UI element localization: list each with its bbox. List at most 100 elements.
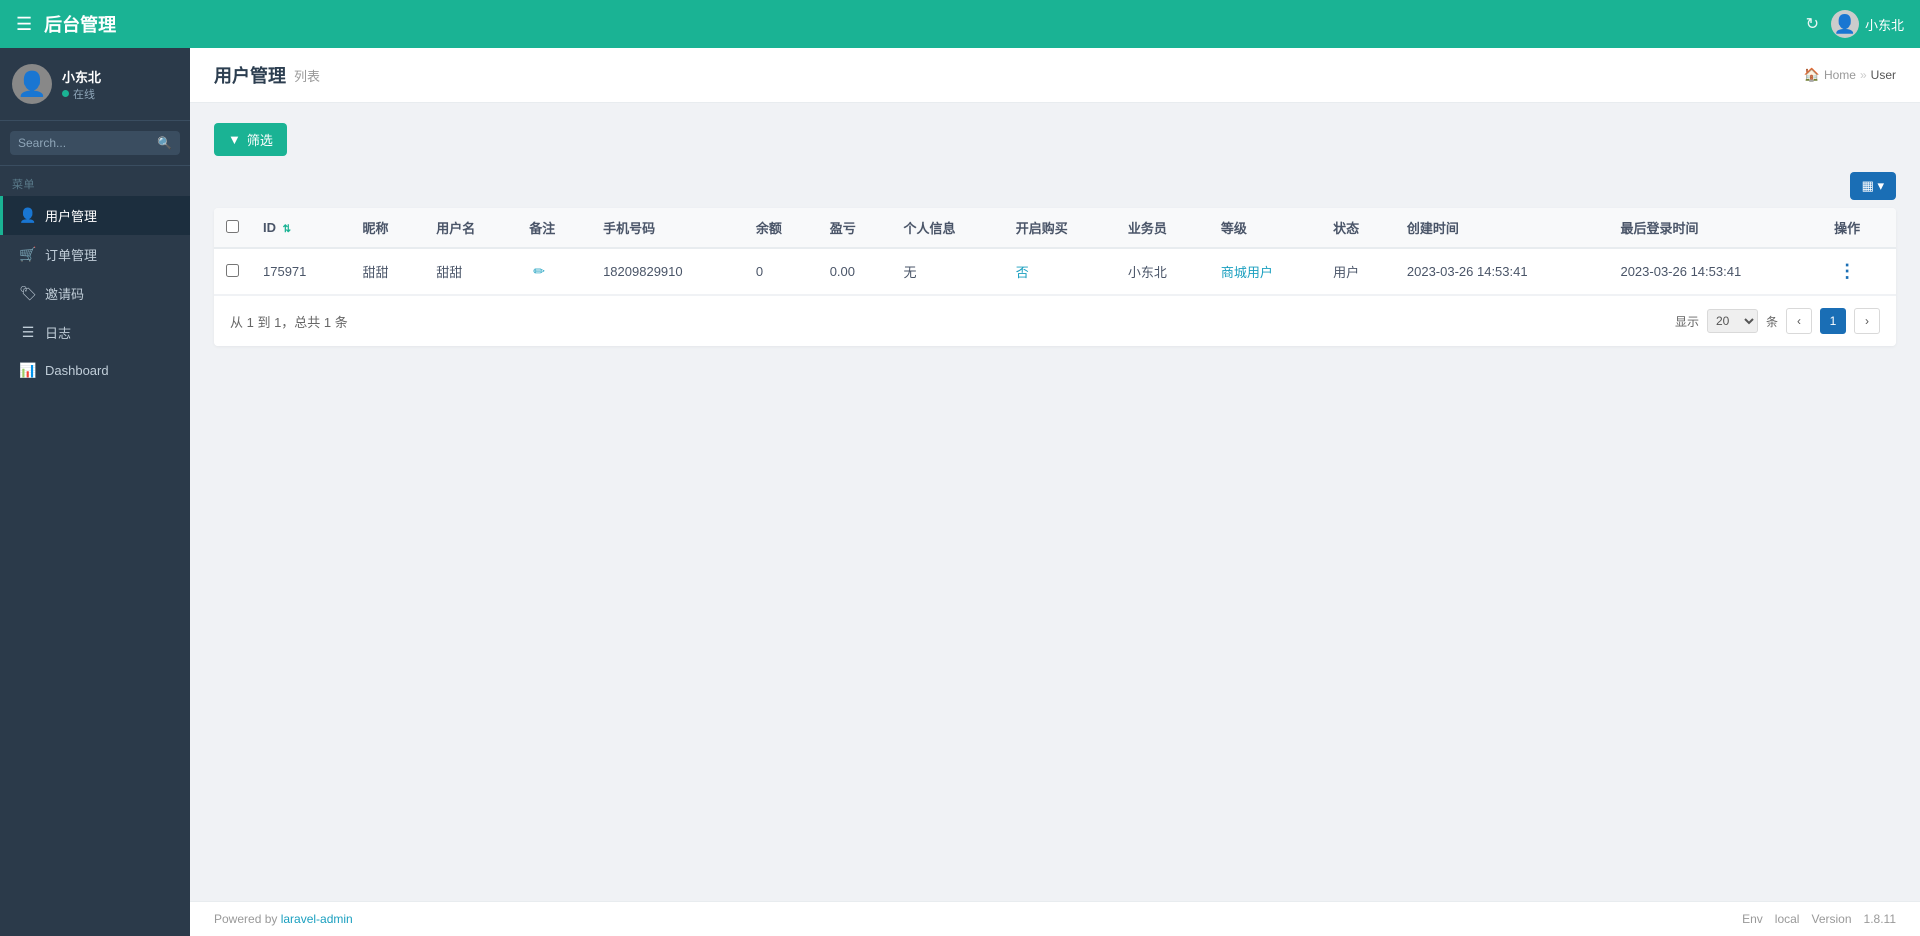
col-level: 等级 <box>1209 208 1321 248</box>
next-page-button[interactable]: › <box>1854 308 1880 334</box>
sidebar-item-order-management[interactable]: 🛒 订单管理 <box>0 235 190 274</box>
sidebar-user-name: 小东北 <box>62 67 101 86</box>
content-area: ▼ 筛选 ▦ ▾ ID <box>190 103 1920 901</box>
col-created-at: 创建时间 <box>1395 208 1609 248</box>
col-profit-loss: 盈亏 <box>818 208 892 248</box>
table-header-row: ID ⇅ 昵称 用户名 备注 手机号码 余额 盈亏 个人信息 开启购买 业务员 <box>214 208 1896 248</box>
col-id: ID ⇅ <box>251 208 350 248</box>
user-management-icon: 👤 <box>19 207 37 224</box>
footer: Powered by laravel-admin Env local Versi… <box>190 901 1920 936</box>
cell-nickname: 甜甜 <box>350 248 424 295</box>
col-note: 备注 <box>517 208 591 248</box>
layout: 👤 小东北 在线 🔍 菜单 👤 用户管理 🛒 订单管理 <box>0 48 1920 936</box>
sidebar-item-user-management[interactable]: 👤 用户管理 <box>0 196 190 235</box>
filter-icon: ▼ <box>228 132 241 147</box>
env-value: local <box>1775 912 1800 926</box>
sidebar-user-profile: 👤 小东北 在线 <box>0 48 190 121</box>
sidebar-item-label: 日志 <box>45 323 71 342</box>
col-status: 状态 <box>1321 208 1395 248</box>
sidebar-item-label: 用户管理 <box>45 206 97 225</box>
sidebar-search-container: 🔍 <box>10 131 180 155</box>
invite-code-icon: 🏷 <box>19 285 37 302</box>
col-username: 用户名 <box>424 208 517 248</box>
status-dot <box>62 90 69 97</box>
per-page-label: 条 <box>1766 313 1778 330</box>
cell-id: 175971 <box>251 248 350 295</box>
cell-username: 甜甜 <box>424 248 517 295</box>
cell-open-purchase: 否 <box>1004 248 1116 295</box>
col-phone: 手机号码 <box>591 208 744 248</box>
sidebar-user-status: 在线 <box>62 86 101 102</box>
sort-icon[interactable]: ⇅ <box>283 224 291 235</box>
sidebar-item-label: 订单管理 <box>45 245 97 264</box>
cell-created-at: 2023-03-26 14:53:41 <box>1395 248 1609 295</box>
sidebar-search-wrap: 🔍 <box>0 121 190 166</box>
refresh-icon[interactable]: ↻ <box>1806 14 1819 34</box>
breadcrumb: 🏠 Home » User <box>1804 67 1896 83</box>
breadcrumb-current: User <box>1871 68 1896 82</box>
page-subtitle: 列表 <box>294 66 320 85</box>
pagination-right: 显示 20 50 100 条 ‹ 1 › <box>1675 308 1880 334</box>
header-avatar: 👤 <box>1831 10 1859 38</box>
table-toolbar: ▦ ▾ <box>214 172 1896 200</box>
current-page-button[interactable]: 1 <box>1820 308 1846 334</box>
sidebar-item-label: Dashboard <box>45 363 109 378</box>
pagination-summary: 从 1 到 1，总共 1 条 <box>230 312 348 331</box>
cell-note: ✏ <box>517 248 591 295</box>
search-input[interactable] <box>18 136 157 150</box>
env-label: Env <box>1742 912 1763 926</box>
version-label: Version <box>1811 912 1851 926</box>
breadcrumb-separator: » <box>1860 68 1867 82</box>
filter-button[interactable]: ▼ 筛选 <box>214 123 287 156</box>
column-toggle-button[interactable]: ▦ ▾ <box>1850 172 1896 200</box>
prev-page-button[interactable]: ‹ <box>1786 308 1812 334</box>
page-header: 用户管理 列表 🏠 Home » User <box>190 48 1920 103</box>
display-label: 显示 <box>1675 313 1699 330</box>
row-checkbox[interactable] <box>226 264 239 277</box>
data-table: ID ⇅ 昵称 用户名 备注 手机号码 余额 盈亏 个人信息 开启购买 业务员 <box>214 208 1896 295</box>
col-last-login: 最后登录时间 <box>1608 208 1822 248</box>
header-username: 小东北 <box>1865 15 1904 34</box>
breadcrumb-home-link[interactable]: Home <box>1824 68 1856 82</box>
note-edit-button[interactable]: ✏ <box>529 261 549 282</box>
cell-level: 商城用户 <box>1209 248 1321 295</box>
top-header: ☰ 后台管理 ↻ 👤 小东北 <box>0 0 1920 48</box>
col-actions: 操作 <box>1822 208 1896 248</box>
sidebar-user-info: 小东北 在线 <box>62 67 101 102</box>
open-purchase-link[interactable]: 否 <box>1016 265 1029 280</box>
cell-salesperson: 小东北 <box>1116 248 1209 295</box>
col-personal-info: 个人信息 <box>892 208 1004 248</box>
laravel-admin-link[interactable]: laravel-admin <box>281 912 353 926</box>
table-row: 175971 甜甜 甜甜 ✏ 18209829910 0 0.00 无 否 <box>214 248 1896 295</box>
powered-by-text: Powered by <box>214 912 281 926</box>
filter-bar: ▼ 筛选 <box>214 123 1896 156</box>
page-title-wrap: 用户管理 列表 <box>214 62 320 88</box>
table-wrap: ID ⇅ 昵称 用户名 备注 手机号码 余额 盈亏 个人信息 开启购买 业务员 <box>214 208 1896 346</box>
footer-right: Env local Version 1.8.11 <box>1742 912 1896 926</box>
col-balance: 余额 <box>744 208 818 248</box>
level-link[interactable]: 商城用户 <box>1221 265 1273 280</box>
page-size-select[interactable]: 20 50 100 <box>1707 309 1758 333</box>
sidebar-item-log[interactable]: ☰ 日志 <box>0 313 190 352</box>
header-user[interactable]: 👤 小东北 <box>1831 10 1904 38</box>
sidebar-avatar: 👤 <box>12 64 52 104</box>
order-management-icon: 🛒 <box>19 246 37 263</box>
log-icon: ☰ <box>19 324 37 341</box>
cell-phone: 18209829910 <box>591 248 744 295</box>
select-all-checkbox[interactable] <box>226 220 239 233</box>
search-icon: 🔍 <box>157 136 172 150</box>
col-salesperson: 业务员 <box>1116 208 1209 248</box>
row-checkbox-cell <box>214 248 251 295</box>
main-content: 用户管理 列表 🏠 Home » User ▼ 筛选 ▦ ▾ <box>190 48 1920 936</box>
sidebar-item-label: 邀请码 <box>45 284 84 303</box>
app-title: 后台管理 <box>44 11 116 37</box>
cell-profit-loss: 0.00 <box>818 248 892 295</box>
cell-personal-info: 无 <box>892 248 1004 295</box>
sidebar-item-invite-code[interactable]: 🏷 邀请码 <box>0 274 190 313</box>
action-more-button[interactable]: ⋮ <box>1834 259 1860 284</box>
hamburger-icon[interactable]: ☰ <box>16 14 32 35</box>
pagination-wrap: 从 1 到 1，总共 1 条 显示 20 50 100 条 ‹ 1 › <box>214 295 1896 346</box>
sidebar-item-dashboard[interactable]: 📊 Dashboard <box>0 352 190 389</box>
col-nickname: 昵称 <box>350 208 424 248</box>
footer-left: Powered by laravel-admin <box>214 912 353 926</box>
